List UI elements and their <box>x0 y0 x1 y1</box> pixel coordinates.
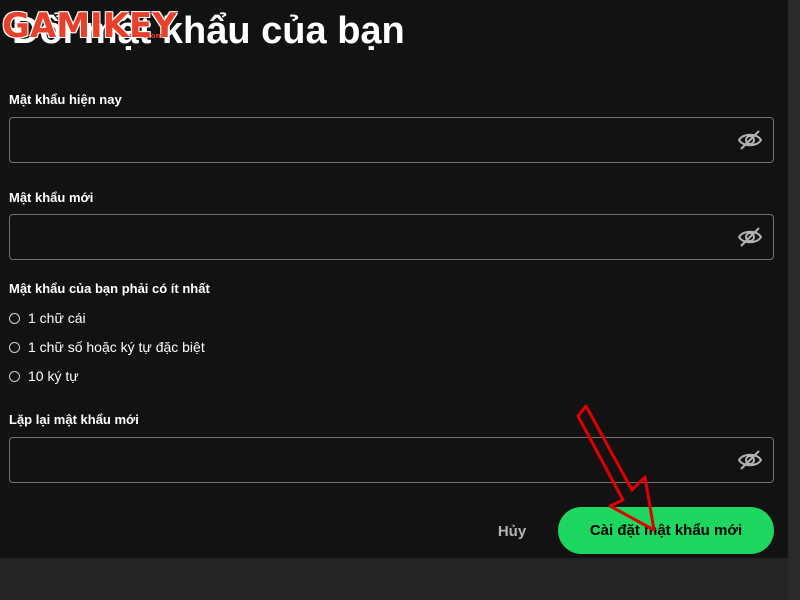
set-new-password-button[interactable]: Cài đặt mật khẩu mới <box>558 507 774 554</box>
repeat-password-label: Lặp lại mật khẩu mới <box>9 412 139 427</box>
page-footer-area <box>0 558 788 600</box>
repeat-password-input[interactable] <box>10 438 730 482</box>
scrollbar-track[interactable] <box>788 0 800 600</box>
requirement-item: 10 ký tự <box>9 367 79 385</box>
eye-slash-icon[interactable] <box>737 225 763 249</box>
current-password-input[interactable] <box>10 118 730 162</box>
new-password-field[interactable] <box>9 214 774 260</box>
requirements-heading: Mật khẩu của bạn phải có ít nhất <box>9 281 210 296</box>
current-password-field[interactable] <box>9 117 774 163</box>
circle-icon <box>9 341 20 353</box>
current-password-label: Mật khẩu hiện nay <box>9 92 122 107</box>
watermark-domain: .com <box>144 32 163 40</box>
watermark-logo: GAMIKEY .com <box>2 6 177 46</box>
new-password-label: Mật khẩu mới <box>9 190 94 205</box>
new-password-input[interactable] <box>10 215 730 259</box>
repeat-password-field[interactable] <box>9 437 774 483</box>
eye-slash-icon[interactable] <box>737 128 763 152</box>
cancel-button[interactable]: Hủy <box>488 516 536 548</box>
requirement-text: 1 chữ cái <box>28 310 86 326</box>
requirement-item: 1 chữ số hoặc ký tự đặc biệt <box>9 338 205 356</box>
requirement-text: 1 chữ số hoặc ký tự đặc biệt <box>28 339 205 355</box>
requirement-item: 1 chữ cái <box>9 309 86 327</box>
requirement-text: 10 ký tự <box>28 368 79 384</box>
circle-icon <box>9 370 20 382</box>
change-password-panel: Đổi mật khẩu của bạn GAMIKEY .com Mật kh… <box>0 0 788 558</box>
watermark-brand: GAMIKEY <box>2 6 177 46</box>
eye-slash-icon[interactable] <box>737 448 763 472</box>
circle-icon <box>9 312 20 324</box>
